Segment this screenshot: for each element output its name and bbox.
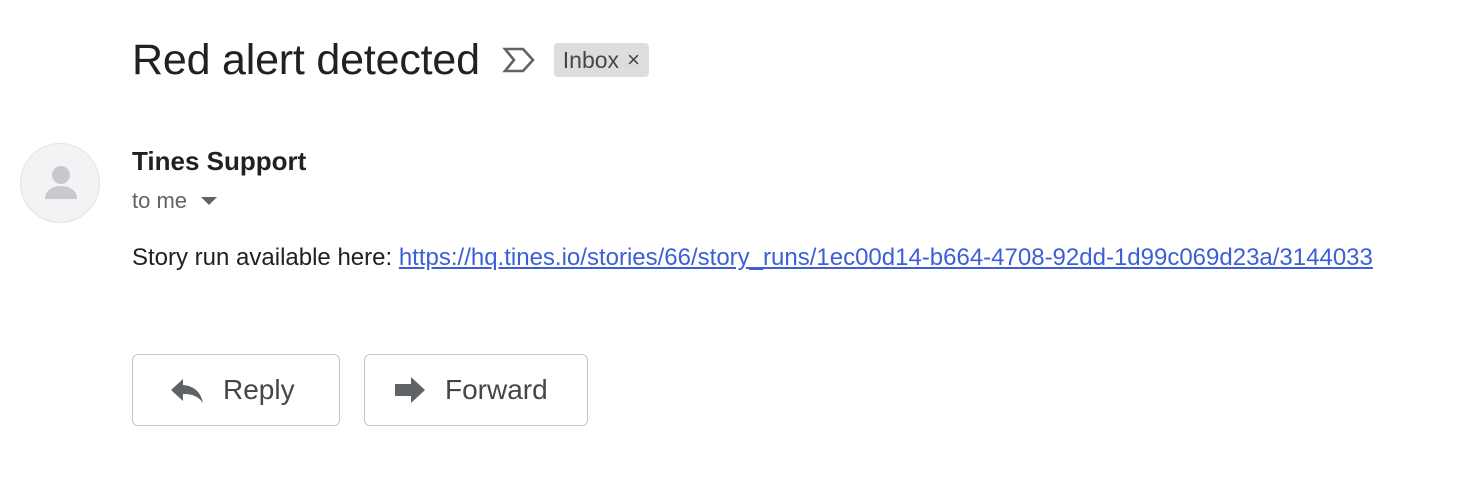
story-run-link[interactable]: https://hq.tines.io/stories/66/story_run… (399, 244, 1373, 271)
reply-arrow-icon (169, 375, 205, 405)
forward-button[interactable]: Forward (364, 354, 588, 426)
email-body: Story run available here: https://hq.tin… (132, 244, 1373, 272)
reply-button[interactable]: Reply (132, 354, 340, 426)
importance-marker-icon[interactable] (502, 45, 536, 75)
label-chip-text: Inbox (562, 46, 620, 73)
email-view: Red alert detected Inbox × Tines Support… (0, 0, 1484, 478)
recipient-row[interactable]: to me (132, 188, 218, 214)
chevron-down-icon[interactable] (201, 197, 218, 205)
body-prefix: Story run available here: (132, 244, 393, 271)
forward-label: Forward (445, 374, 548, 405)
forward-arrow-icon (393, 375, 429, 405)
recipient-text: to me (132, 188, 188, 213)
person-icon (45, 166, 77, 199)
sender-name: Tines Support (132, 146, 307, 176)
subject-row: Red alert detected Inbox × (132, 30, 649, 90)
remove-label-icon[interactable]: × (627, 49, 640, 71)
inbox-label-chip[interactable]: Inbox × (553, 43, 649, 77)
reply-label: Reply (223, 374, 295, 405)
email-subject: Red alert detected (132, 35, 480, 84)
sender-avatar[interactable] (20, 143, 100, 223)
